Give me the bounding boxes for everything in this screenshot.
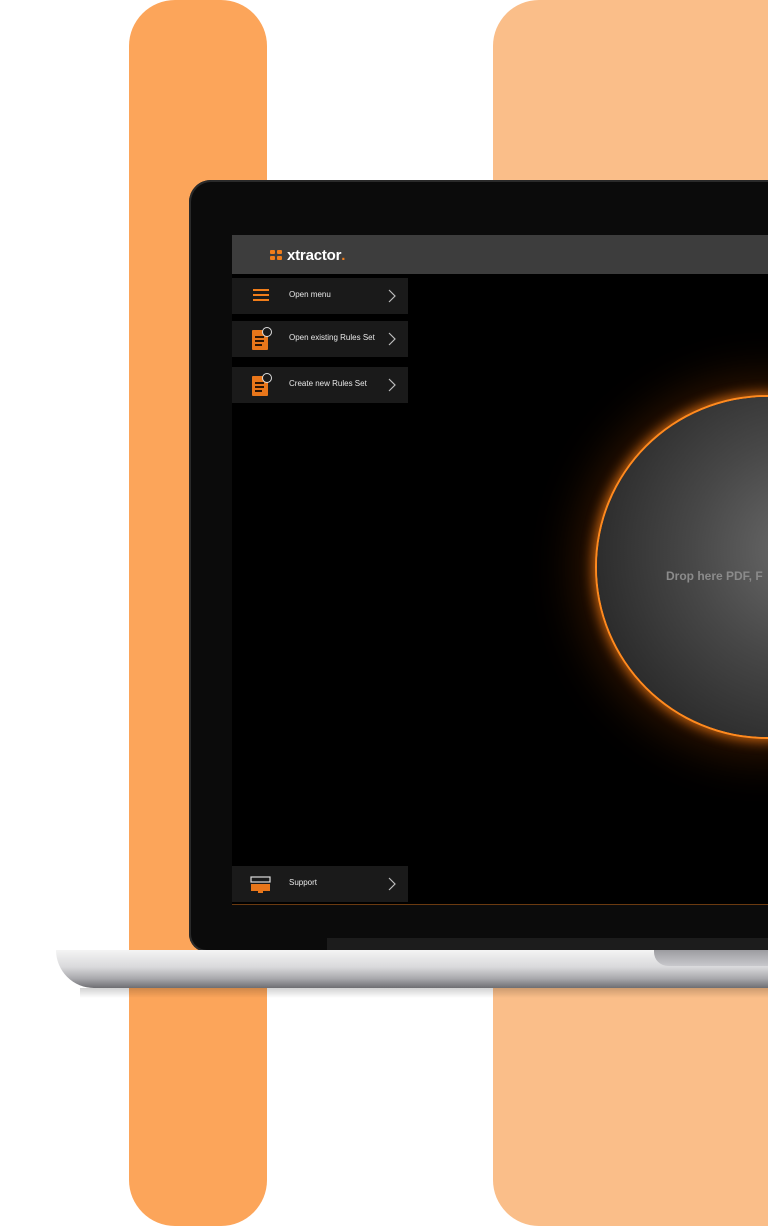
file-drop-zone[interactable] [597, 397, 768, 737]
chevron-right-icon [388, 289, 396, 303]
chevron-right-icon [388, 877, 396, 891]
app-screen: xtractor. Open menu Open existing Rules … [232, 235, 768, 905]
drop-zone-text: Drop here PDF, F [666, 569, 763, 583]
document-search-icon [250, 327, 272, 351]
brand-name: xtractor [287, 246, 342, 264]
support-icon [250, 876, 271, 893]
hamburger-icon [250, 284, 272, 308]
create-new-rules-set-label: Create new Rules Set [289, 379, 367, 388]
logo-grid-icon [270, 249, 282, 261]
brand-dot: . [341, 246, 346, 264]
laptop-shadow [80, 988, 768, 998]
sidebar: Open menu Open existing Rules Set Create… [232, 274, 408, 905]
create-new-rules-set-button[interactable]: Create new Rules Set [232, 367, 408, 403]
top-bar: xtractor. [232, 235, 768, 274]
open-menu-button[interactable]: Open menu [232, 278, 408, 314]
open-existing-rules-set-button[interactable]: Open existing Rules Set [232, 321, 408, 357]
open-existing-rules-set-label: Open existing Rules Set [289, 333, 375, 342]
document-add-icon [250, 373, 272, 397]
chevron-right-icon [388, 378, 396, 392]
open-menu-label: Open menu [289, 290, 331, 299]
brand-logo: xtractor. [270, 246, 346, 264]
bottom-divider [232, 904, 768, 905]
laptop-base-notch [654, 950, 768, 966]
support-label: Support [289, 878, 318, 887]
support-button[interactable]: Support [232, 866, 408, 902]
chevron-right-icon [388, 332, 396, 346]
